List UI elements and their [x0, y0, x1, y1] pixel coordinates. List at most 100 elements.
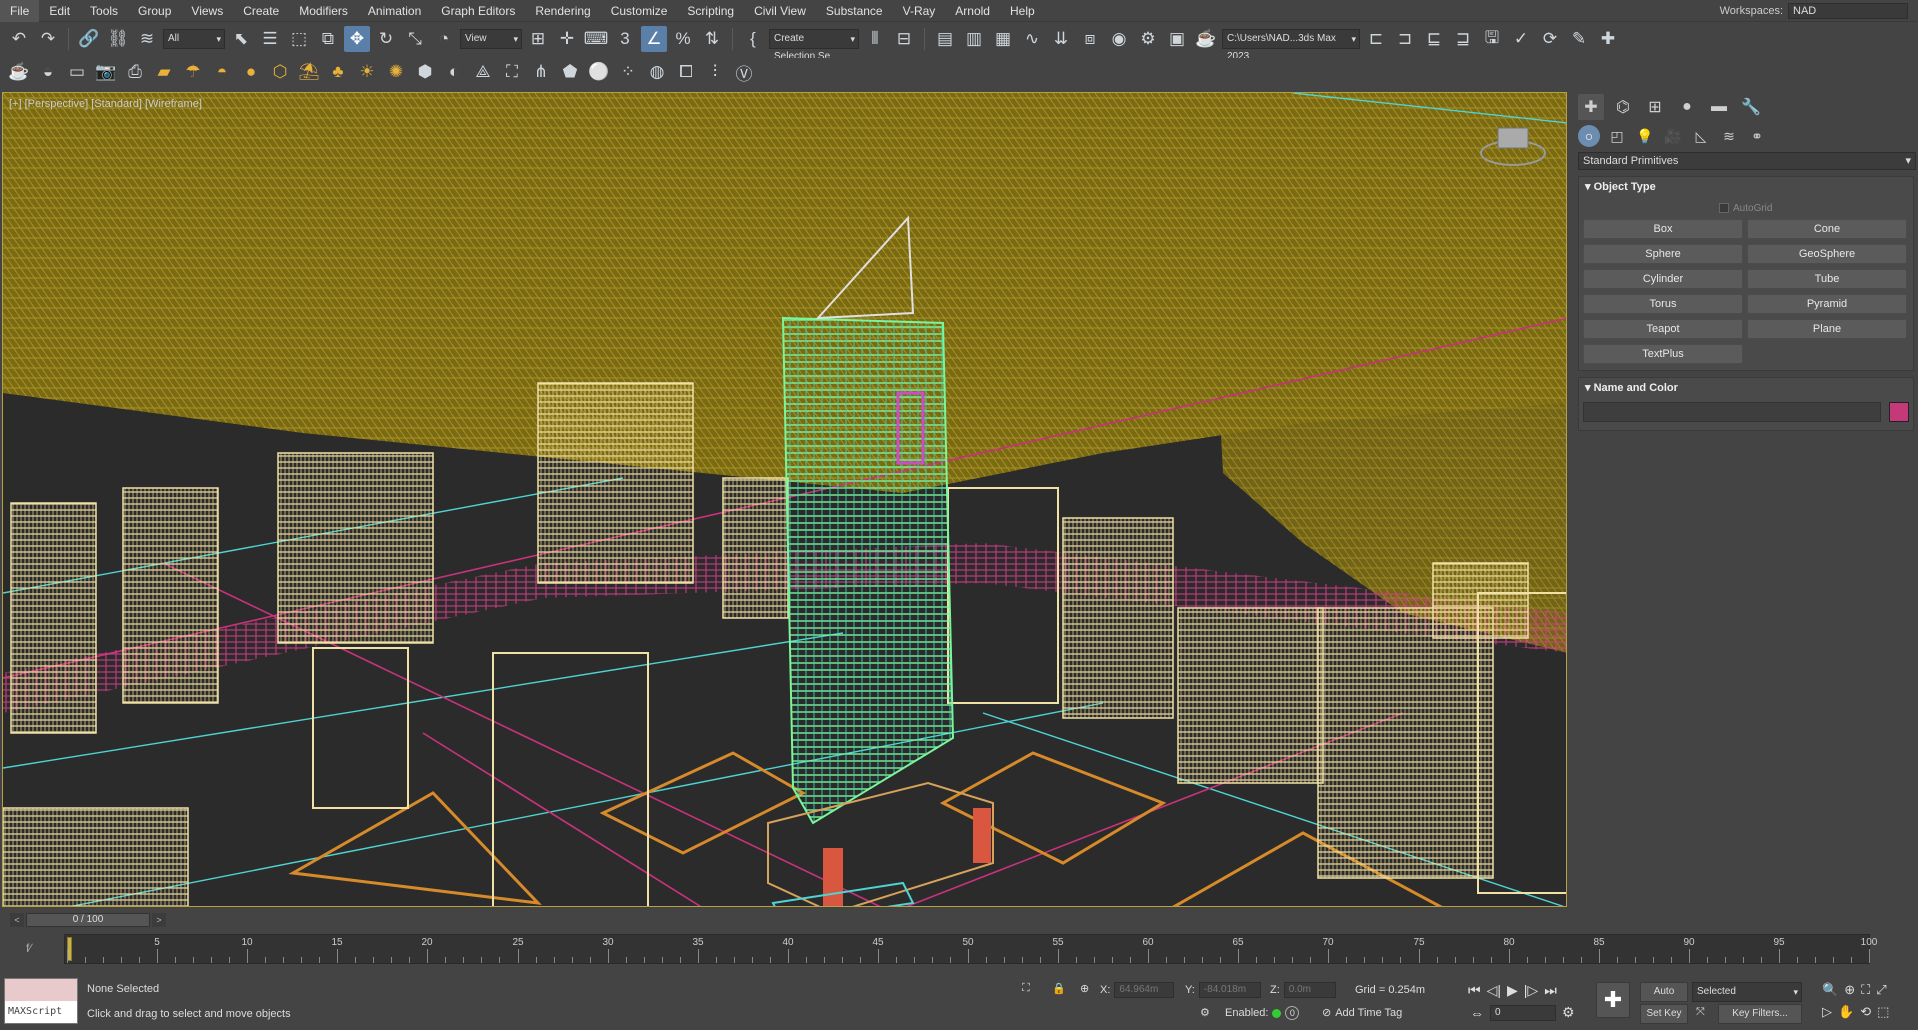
menu-rendering[interactable]: Rendering: [525, 0, 600, 22]
next-frame-arrow-icon[interactable]: >: [152, 913, 166, 927]
vray-camera-icon[interactable]: ⎙: [122, 59, 148, 85]
percent-snap-icon[interactable]: %: [670, 26, 696, 52]
prev-frame-arrow-icon[interactable]: <: [10, 913, 24, 927]
set-key-button[interactable]: Set Key: [1640, 1004, 1688, 1024]
adaptive-degradation-icon[interactable]: ⚙: [1200, 1006, 1210, 1019]
menu-group[interactable]: Group: [128, 0, 181, 22]
textplus-button[interactable]: TextPlus: [1583, 344, 1743, 364]
menu-vray[interactable]: V-Ray: [893, 0, 946, 22]
name-color-header[interactable]: ▾ Name and Color: [1579, 378, 1913, 398]
window-crossing-icon[interactable]: ⧉: [315, 26, 341, 52]
menu-create[interactable]: Create: [233, 0, 289, 22]
pivot-center-icon[interactable]: ⊞: [525, 26, 551, 52]
vray-logo-icon[interactable]: Ⓥ: [731, 59, 757, 85]
align-icon[interactable]: ⊟: [891, 26, 917, 52]
pen-icon[interactable]: ✎: [1566, 26, 1592, 52]
goto-start-icon[interactable]: ⏮: [1468, 982, 1481, 999]
selection-lock-icon[interactable]: 🔒: [1052, 982, 1066, 995]
menu-animation[interactable]: Animation: [358, 0, 431, 22]
schematic-view-icon[interactable]: ⧈: [1077, 26, 1103, 52]
vray-ambient-icon[interactable]: ✺: [383, 59, 409, 85]
vray-omni-icon[interactable]: ♣: [325, 59, 351, 85]
geometry-icon[interactable]: ○: [1578, 125, 1600, 147]
curve-editor-icon[interactable]: ∿: [1019, 26, 1045, 52]
lights-icon[interactable]: 💡: [1634, 125, 1656, 147]
current-frame-field[interactable]: 0: [1490, 1004, 1556, 1021]
primitive-category-dropdown[interactable]: Standard Primitives: [1578, 152, 1916, 170]
named-selection-dropdown[interactable]: Create Selection Se: [769, 29, 859, 62]
box-button[interactable]: Box: [1583, 219, 1743, 239]
next-key-icon[interactable]: |▷: [1524, 982, 1538, 999]
menu-customize[interactable]: Customize: [601, 0, 678, 22]
menu-graph-editors[interactable]: Graph Editors: [431, 0, 525, 22]
fov-icon[interactable]: ▷: [1822, 1004, 1832, 1020]
link-icon[interactable]: 🔗: [76, 26, 102, 52]
maxscript-input[interactable]: MAXScript: [5, 1001, 77, 1023]
time-config-icon[interactable]: ⚙: [1562, 1004, 1575, 1021]
vray-object-icon[interactable]: ⬟: [557, 59, 583, 85]
motion-tab-icon[interactable]: ●: [1674, 94, 1700, 120]
mirror-icon[interactable]: ⫴: [862, 26, 888, 52]
cone-button[interactable]: Cone: [1747, 219, 1907, 239]
zoom-icon[interactable]: 🔍: [1822, 982, 1838, 998]
ref-coord-dropdown[interactable]: View: [460, 29, 522, 49]
menu-scripting[interactable]: Scripting: [677, 0, 744, 22]
selection-set-dropdown[interactable]: Selected: [1692, 982, 1802, 1002]
teapot-button[interactable]: Teapot: [1583, 319, 1743, 339]
material-editor-icon[interactable]: ◉: [1106, 26, 1132, 52]
orbit-icon[interactable]: ⟲: [1860, 1004, 1871, 1020]
check-icon[interactable]: ✓: [1508, 26, 1534, 52]
sphere-button[interactable]: Sphere: [1583, 244, 1743, 264]
project-icon-4[interactable]: ⊒: [1450, 26, 1476, 52]
scene-explorer-icon[interactable]: ▤: [932, 26, 958, 52]
shape-icon[interactable]: ◒: [35, 59, 61, 85]
spinner-snap-icon[interactable]: ⇅: [699, 26, 725, 52]
bind-spacewarp-icon[interactable]: ≋: [134, 26, 160, 52]
save-icon[interactable]: 🖫: [1479, 26, 1505, 52]
object-color-swatch[interactable]: [1889, 402, 1909, 422]
zoom-extents-icon[interactable]: ⛶: [1861, 982, 1870, 998]
dope-sheet-icon[interactable]: ⇊: [1048, 26, 1074, 52]
project-icon-3[interactable]: ⊑: [1421, 26, 1447, 52]
vray-ies-icon[interactable]: ⬡: [267, 59, 293, 85]
curve-toggle-icon[interactable]: f∕: [26, 941, 31, 955]
angle-snap-icon[interactable]: ∠: [641, 26, 667, 52]
multi-material-icon[interactable]: ⁘: [615, 59, 641, 85]
key-mode-icon[interactable]: ⇔: [1470, 1005, 1484, 1021]
properties-icon[interactable]: ⫶: [702, 59, 728, 85]
modify-tab-icon[interactable]: ⌬: [1610, 94, 1636, 120]
vray-material-icon[interactable]: ◐: [441, 59, 467, 85]
select-rotate-icon[interactable]: ↻: [373, 26, 399, 52]
zoom-extents-all-icon[interactable]: ⤢: [1876, 982, 1886, 998]
sphere-material-icon[interactable]: ⚪: [586, 59, 612, 85]
keyboard-shortcut-icon[interactable]: ⌨: [583, 26, 609, 52]
enabled-indicator[interactable]: [1272, 1008, 1282, 1018]
material-ball-icon[interactable]: ◍: [644, 59, 670, 85]
isolate-selection-icon[interactable]: ⛶: [1022, 982, 1030, 995]
project-icon-2[interactable]: ⊐: [1392, 26, 1418, 52]
maxscript-output[interactable]: [5, 979, 77, 1001]
menu-tools[interactable]: Tools: [80, 0, 128, 22]
plane-button[interactable]: Plane: [1747, 319, 1907, 339]
ribbon-icon[interactable]: ▦: [990, 26, 1016, 52]
cylinder-button[interactable]: Cylinder: [1583, 269, 1743, 289]
maxscript-listener[interactable]: MAXScript: [4, 978, 78, 1024]
menu-civil-view[interactable]: Civil View: [744, 0, 816, 22]
teapot-icon[interactable]: ☕: [6, 59, 32, 85]
select-by-name-icon[interactable]: ☰: [257, 26, 283, 52]
transform-mode-icon[interactable]: ⊕: [1080, 982, 1089, 995]
render-icon[interactable]: ☕: [1193, 26, 1219, 52]
vray-frame-buffer-icon[interactable]: ▰: [151, 59, 177, 85]
time-slider-track[interactable]: 0 / 100: [26, 913, 150, 927]
display-tab-icon[interactable]: ▬: [1706, 94, 1732, 120]
perspective-viewport[interactable]: [+] [Perspective] [Standard] [Wireframe]: [2, 92, 1567, 907]
play-icon[interactable]: ▶: [1507, 982, 1518, 999]
object-name-input[interactable]: [1583, 402, 1881, 422]
menu-help[interactable]: Help: [1000, 0, 1045, 22]
track-bar[interactable]: 5 10 15 20 25 30 35 40 45 50 55 60 65 70 75 80 85 90 95 100: [64, 934, 1877, 964]
select-move-icon[interactable]: ✥: [344, 26, 370, 52]
create-tab-icon[interactable]: ✚: [1578, 94, 1604, 120]
layer-explorer-icon[interactable]: ▥: [961, 26, 987, 52]
place-icon[interactable]: ◔: [431, 26, 457, 52]
maximize-viewport-icon[interactable]: ⬚: [1877, 1004, 1889, 1020]
